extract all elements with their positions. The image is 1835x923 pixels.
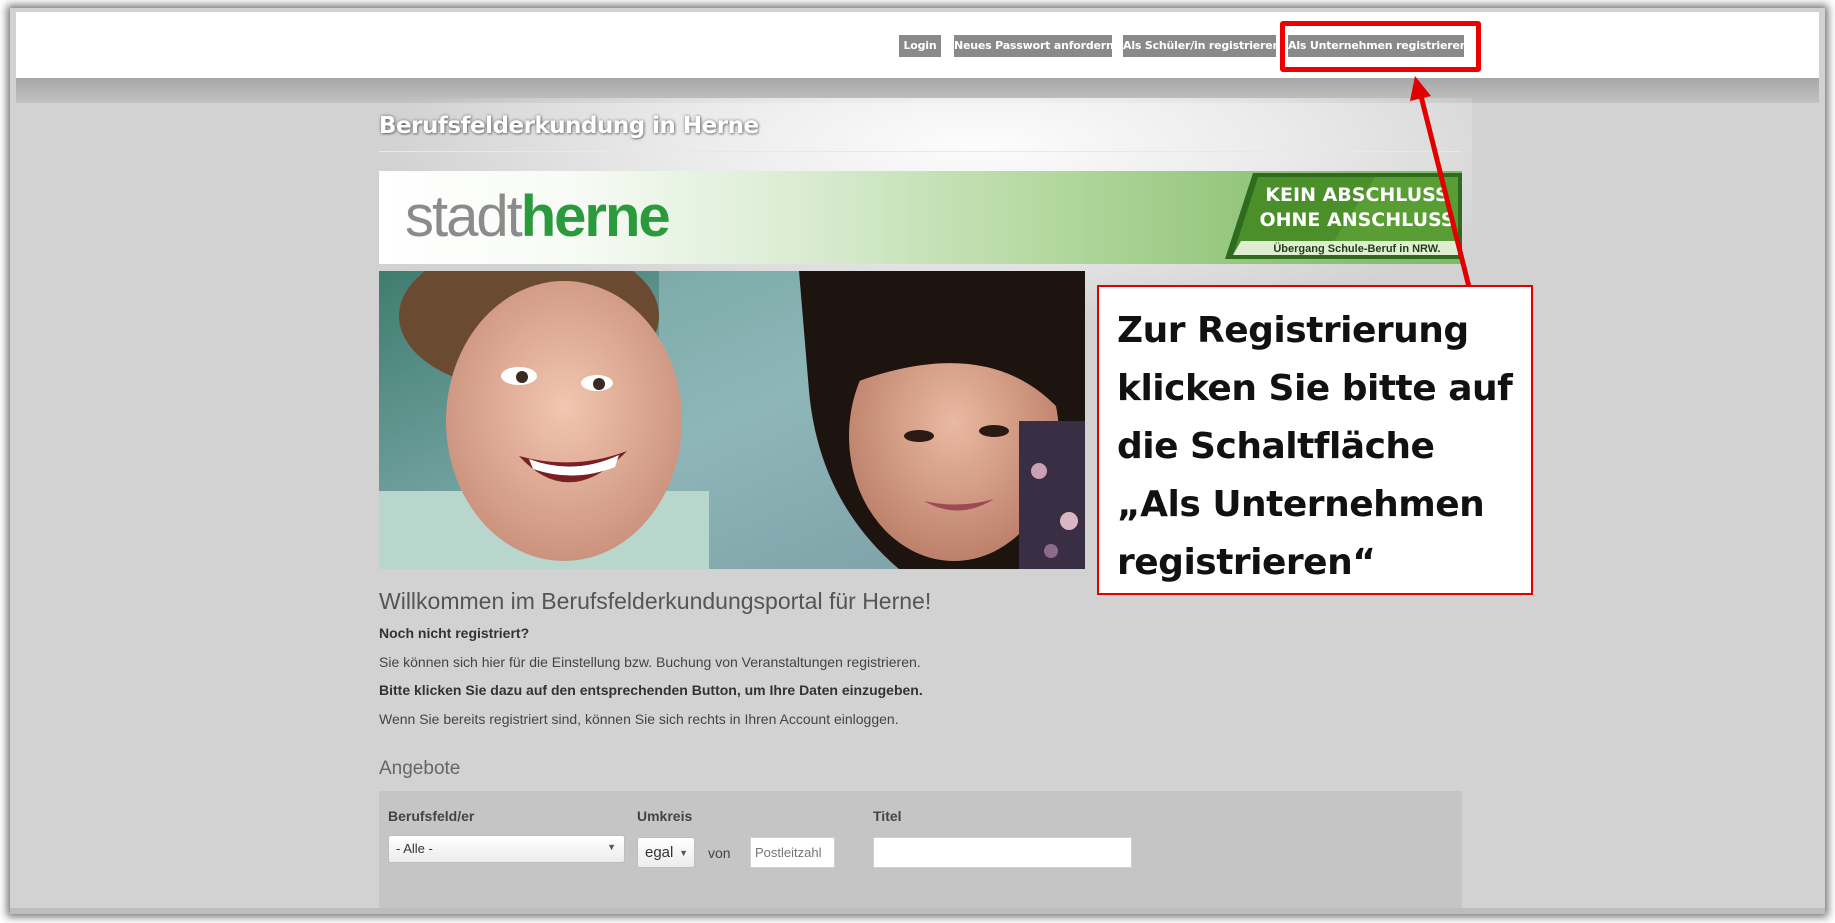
welcome-text-1: Sie können sich hier für die Einstellung… bbox=[379, 654, 921, 670]
radius-label: Umkreis bbox=[637, 808, 693, 824]
field-select[interactable]: - Alle - ▼ bbox=[388, 835, 625, 863]
callout-line-1: Zur Registrierung bbox=[1117, 310, 1469, 351]
callout-line-4: „Als Unternehmen bbox=[1117, 484, 1485, 525]
frame-bottom-edge bbox=[10, 908, 1825, 914]
von-label: von bbox=[708, 845, 731, 861]
field-select-value: - Alle - bbox=[396, 841, 433, 856]
offers-filter-panel: Berufsfeld/er - Alle - ▼ Umkreis egal ▼ … bbox=[379, 791, 1462, 914]
radius-select-value: egal bbox=[645, 844, 674, 861]
chevron-down-icon: ▼ bbox=[679, 848, 688, 858]
instruction-callout: Zur Registrierung klicken Sie bitte auf … bbox=[1097, 285, 1533, 595]
highlight-box bbox=[1280, 21, 1481, 72]
not-registered-label: Noch nicht registriert? bbox=[379, 625, 530, 641]
welcome-heading: Willkommen im Berufsfelderkundungsportal… bbox=[379, 588, 932, 614]
annotation-arrow bbox=[1410, 76, 1472, 288]
offers-heading: Angebote bbox=[379, 758, 461, 779]
chevron-down-icon: ▼ bbox=[607, 842, 616, 852]
radius-select[interactable]: egal ▼ bbox=[637, 837, 695, 868]
welcome-text-2: Bitte klicken Sie dazu auf den entsprech… bbox=[379, 682, 923, 698]
welcome-text-3: Wenn Sie bereits registriert sind, könne… bbox=[379, 711, 899, 727]
title-input[interactable] bbox=[873, 837, 1132, 868]
postal-code-input[interactable] bbox=[750, 837, 835, 868]
callout-line-3: die Schaltfläche bbox=[1117, 426, 1435, 467]
browser-frame: Login Neues Passwort anfordern Als Schül… bbox=[10, 8, 1825, 914]
field-label: Berufsfeld/er bbox=[388, 808, 475, 824]
callout-line-2: klicken Sie bitte auf bbox=[1117, 368, 1513, 409]
callout-line-5: registrieren“ bbox=[1117, 542, 1376, 583]
title-label: Titel bbox=[873, 808, 902, 824]
